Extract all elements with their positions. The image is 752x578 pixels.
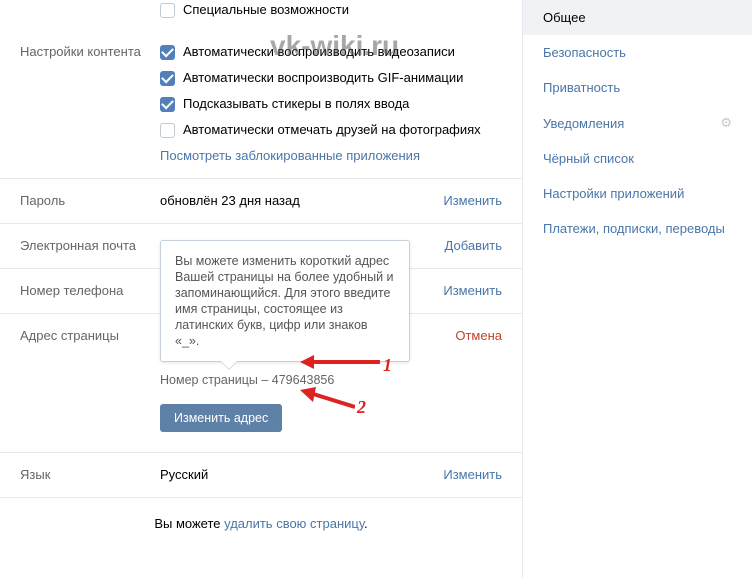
- nav-notifications[interactable]: Уведомления ⚙: [523, 105, 752, 141]
- checkbox-tag-friends[interactable]: [160, 123, 175, 138]
- opt-stickers: Подсказывать стикеры в полях ввода: [183, 94, 409, 114]
- gear-icon[interactable]: ⚙: [720, 115, 732, 131]
- blocked-apps-link[interactable]: Посмотреть заблокированные приложения: [160, 146, 502, 166]
- delete-account-row: Вы можете удалить свою страницу.: [0, 498, 522, 549]
- address-tooltip: Вы можете изменить короткий адрес Вашей …: [160, 240, 410, 362]
- password-change-link[interactable]: Изменить: [432, 191, 502, 211]
- opt-autoplay-gif: Автоматически воспроизводить GIF-анимаци…: [183, 68, 463, 88]
- annotation-number-2: 2: [357, 397, 366, 418]
- checkbox-stickers[interactable]: [160, 97, 175, 112]
- password-label: Пароль: [20, 191, 160, 211]
- content-settings-label: Настройки контента: [20, 42, 160, 62]
- checkbox-autoplay-gif[interactable]: [160, 71, 175, 86]
- nav-general[interactable]: Общее: [523, 0, 752, 35]
- phone-change-link[interactable]: Изменить: [432, 281, 502, 301]
- address-cancel-link[interactable]: Отмена: [432, 326, 502, 346]
- change-address-button[interactable]: Изменить адрес: [160, 404, 282, 432]
- language-label: Язык: [20, 465, 160, 485]
- annotation-number-1: 1: [383, 355, 392, 376]
- address-label: Адрес страницы: [20, 326, 160, 346]
- email-label: Электронная почта: [20, 236, 160, 256]
- nav-app-settings[interactable]: Настройки приложений: [523, 176, 752, 211]
- opt-autoplay-video: Автоматически воспроизводить видеозаписи: [183, 42, 455, 62]
- nav-privacy[interactable]: Приватность: [523, 70, 752, 105]
- nav-blacklist[interactable]: Чёрный список: [523, 141, 752, 176]
- email-add-link[interactable]: Добавить: [432, 236, 502, 256]
- password-value: обновлён 23 дня назад: [160, 191, 432, 211]
- opt-tag-friends: Автоматически отмечать друзей на фотогра…: [183, 120, 481, 140]
- accessibility-label: Специальные возможности: [183, 0, 349, 20]
- checkbox-accessibility[interactable]: [160, 3, 175, 18]
- delete-account-link[interactable]: удалить свою страницу: [224, 516, 364, 531]
- settings-nav: Общее Безопасность Приватность Уведомлен…: [522, 0, 752, 578]
- language-change-link[interactable]: Изменить: [432, 465, 502, 485]
- phone-label: Номер телефона: [20, 281, 160, 301]
- language-value: Русский: [160, 465, 432, 485]
- checkbox-autoplay-video[interactable]: [160, 45, 175, 60]
- nav-payments[interactable]: Платежи, подписки, переводы: [523, 211, 752, 246]
- nav-security[interactable]: Безопасность: [523, 35, 752, 70]
